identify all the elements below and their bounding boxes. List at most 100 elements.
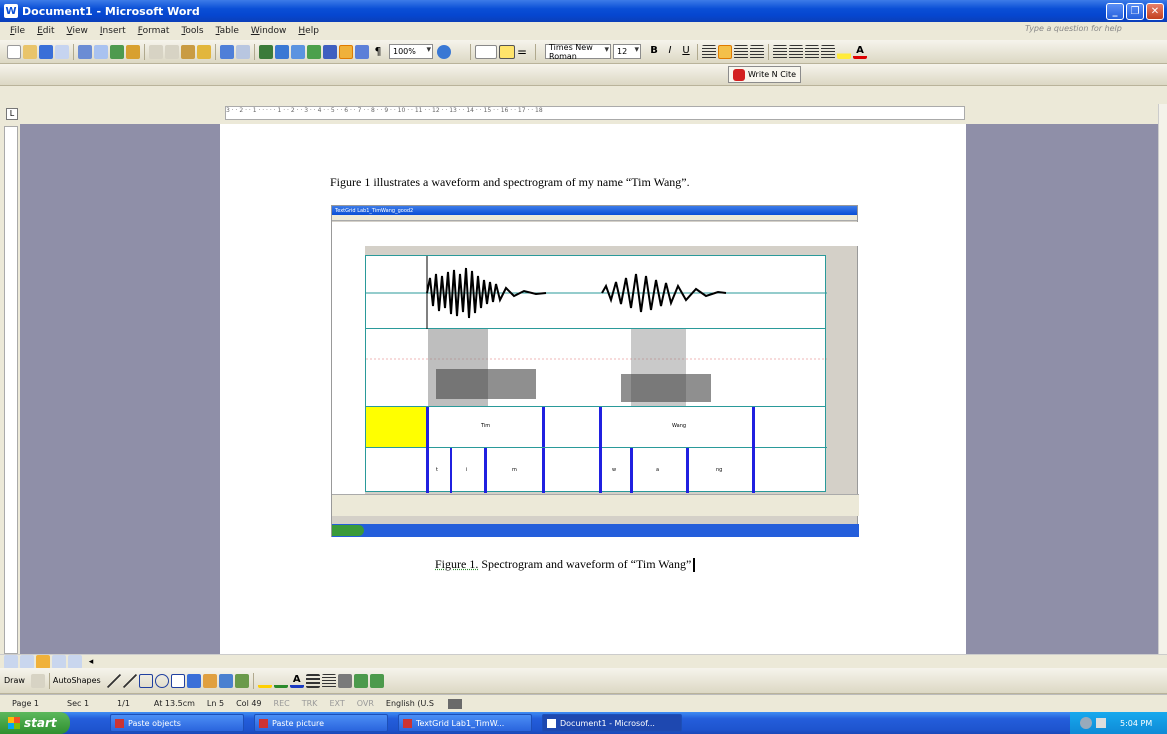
task-textgrid[interactable]: TextGrid Lab1_TimW... [398,714,532,732]
save-icon[interactable] [39,44,53,59]
align-center-icon[interactable] [718,44,732,59]
status-rec[interactable]: REC [274,699,290,708]
wordart-icon[interactable] [186,673,201,688]
rectangle-icon[interactable] [138,673,153,688]
align-right-icon[interactable] [734,44,748,59]
clipart-icon[interactable] [218,673,233,688]
fill-color-icon[interactable] [257,674,272,688]
write-n-cite-button[interactable]: Write N Cite [728,66,802,83]
line-color-icon[interactable] [273,674,288,688]
draw-menu[interactable]: Draw [4,676,25,685]
start-button[interactable]: start [0,712,70,734]
menu-file[interactable]: File [0,26,31,36]
vertical-ruler[interactable] [4,126,18,654]
menu-format[interactable]: Format [132,26,176,36]
cut-icon[interactable] [149,44,163,59]
vertical-scrollbar[interactable] [1158,104,1167,656]
3d-icon[interactable] [369,673,384,688]
format-painter-icon[interactable] [197,44,211,59]
textbox-icon[interactable] [170,673,185,688]
paste-icon[interactable] [181,44,195,59]
menu-view[interactable]: View [61,26,94,36]
equals-icon[interactable]: = [517,45,531,59]
copy-icon[interactable] [165,44,179,59]
status-ext[interactable]: EXT [329,699,344,708]
restore-button[interactable]: ❐ [1126,2,1144,20]
scroll-left-icon[interactable]: ◂ [84,655,98,669]
outline-view-icon[interactable] [52,654,66,669]
arrow-style-icon[interactable] [337,673,352,688]
body-paragraph[interactable]: Figure 1 illustrates a waveform and spec… [330,175,690,190]
print-icon[interactable] [78,44,92,59]
font-color-icon[interactable]: A [853,45,867,59]
permission-icon[interactable] [55,44,69,59]
bullets-icon[interactable] [789,44,803,59]
shadow-icon[interactable] [353,673,368,688]
font-select[interactable]: Times New Roman [545,43,611,61]
insert-excel-icon[interactable] [307,44,321,59]
help-icon[interactable] [437,44,451,59]
justify-icon[interactable] [750,44,764,59]
picture-icon[interactable] [234,673,249,688]
redo-icon[interactable] [236,44,250,59]
research-icon[interactable] [126,44,140,59]
status-language[interactable]: English (U.S [386,699,434,708]
new-document-icon[interactable] [7,44,21,59]
zoom-select[interactable]: 100% [389,44,433,59]
network-icon[interactable] [1080,717,1092,729]
menu-window[interactable]: Window [245,26,293,36]
task-paste-picture[interactable]: Paste picture [254,714,388,732]
highlight-line-icon[interactable] [499,44,515,59]
numbering-icon[interactable] [773,44,787,59]
close-button[interactable]: ✕ [1146,2,1164,20]
embedded-praat-screenshot[interactable]: TextGrid Lab1_TimWang_good2 Tim Wang t i… [331,205,859,537]
normal-view-icon[interactable] [4,654,18,669]
horizontal-ruler[interactable]: 3 · · 2 · · 1 · · · · · 1 · · 2 · · 3 · … [225,106,965,120]
task-document1[interactable]: Document1 - Microsof... [542,714,682,732]
show-hide-icon[interactable]: ¶ [371,45,385,59]
font-size-select[interactable]: 12 [613,44,641,59]
tables-borders-icon[interactable] [275,44,289,59]
volume-icon[interactable] [1096,718,1106,728]
menu-insert[interactable]: Insert [94,26,132,36]
spelling-icon[interactable] [110,44,124,59]
web-layout-icon[interactable] [20,654,34,669]
insert-table-icon[interactable] [291,44,305,59]
draw-font-color-icon[interactable]: A [289,674,304,688]
undo-icon[interactable] [220,44,234,59]
clock[interactable]: 5:04 PM [1120,719,1152,728]
menu-help[interactable]: Help [292,26,325,36]
spelling-status-icon[interactable] [447,698,462,709]
horizontal-scrollbar[interactable]: ◂ [0,654,1167,669]
hyperlink-icon[interactable] [259,44,273,59]
print-layout-icon[interactable] [36,654,50,669]
open-folder-icon[interactable] [23,44,37,59]
arrow-icon[interactable] [122,673,137,688]
select-objects-icon[interactable] [30,673,45,688]
columns-icon[interactable] [323,44,337,59]
highlight-icon[interactable] [837,44,851,59]
autoshapes-menu[interactable]: AutoShapes [53,676,101,685]
bold-button[interactable]: B [647,45,661,59]
minimize-button[interactable]: _ [1106,2,1124,20]
drawing-icon[interactable] [339,44,353,59]
tab-selector[interactable]: L [6,108,18,120]
menu-tools[interactable]: Tools [175,26,209,36]
status-trk[interactable]: TRK [302,699,318,708]
print-preview-icon[interactable] [94,44,108,59]
help-search-input[interactable]: Type a question for help [1025,24,1145,38]
menu-table[interactable]: Table [210,26,245,36]
oval-icon[interactable] [154,673,169,688]
underline-button[interactable]: U [679,45,693,59]
figure-caption[interactable]: Figure 1. Spectrogram and waveform of “T… [435,557,696,573]
increase-indent-icon[interactable] [821,44,835,59]
align-left-icon[interactable] [702,44,716,59]
diagram-icon[interactable] [202,673,217,688]
line-style-icon[interactable] [305,673,320,688]
reading-layout-icon[interactable] [68,654,82,669]
style-icon[interactable] [475,44,497,59]
status-ovr[interactable]: OVR [357,699,374,708]
decrease-indent-icon[interactable] [805,44,819,59]
menu-edit[interactable]: Edit [31,26,60,36]
italic-button[interactable]: I [663,45,677,59]
